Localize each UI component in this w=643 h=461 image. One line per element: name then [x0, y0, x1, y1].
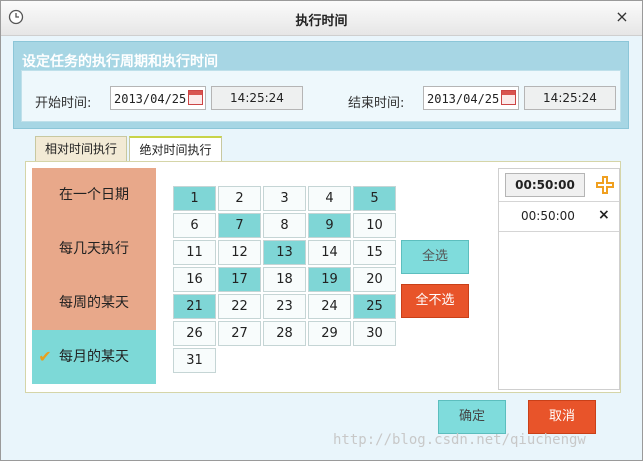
calendar-icon[interactable]	[188, 90, 203, 105]
tab-absolute-time[interactable]: 绝对时间执行	[129, 136, 222, 162]
day-cell[interactable]: 7	[218, 213, 261, 238]
end-time-input[interactable]: 14:25:24	[524, 86, 616, 110]
window-title: 执行时间	[295, 14, 348, 29]
section-title: 设定任务的执行周期和执行时间	[22, 54, 218, 70]
day-cell[interactable]: 3	[263, 186, 306, 211]
day-cell[interactable]: 25	[353, 294, 396, 319]
day-cell[interactable]: 27	[218, 321, 261, 346]
title-bar: 执行时间 ×	[1, 1, 642, 36]
end-date-value: 2013/04/25	[427, 92, 500, 106]
day-cell[interactable]: 15	[353, 240, 396, 265]
day-cell[interactable]: 23	[263, 294, 306, 319]
check-icon: ✔	[38, 347, 52, 366]
day-cell[interactable]: 29	[308, 321, 351, 346]
close-button[interactable]: ×	[612, 7, 632, 27]
day-cell[interactable]: 18	[263, 267, 306, 292]
day-cell[interactable]: 17	[218, 267, 261, 292]
dialog-window: 执行时间 × 设定任务的执行周期和执行时间 开始时间: 2013/04/25 1…	[0, 0, 643, 461]
day-cell[interactable]: 21	[173, 294, 216, 319]
day-cell[interactable]: 8	[263, 213, 306, 238]
day-cell[interactable]: 11	[173, 240, 216, 265]
day-cell[interactable]: 22	[218, 294, 261, 319]
plus-icon[interactable]	[595, 175, 615, 195]
day-cell[interactable]: 12	[218, 240, 261, 265]
time-list: 00:50:00 00:50:00 ×	[498, 168, 620, 390]
time-list-header: 00:50:00	[499, 169, 619, 202]
calendar-icon[interactable]	[501, 90, 516, 105]
day-cell[interactable]: 13	[263, 240, 306, 265]
ok-button[interactable]: 确定	[438, 400, 506, 434]
day-cell[interactable]: 31	[173, 348, 216, 373]
day-cell[interactable]: 5	[353, 186, 396, 211]
cancel-button[interactable]: 取消	[528, 400, 596, 434]
start-date-value: 2013/04/25	[114, 92, 187, 106]
day-cell[interactable]: 6	[173, 213, 216, 238]
select-all-button[interactable]: 全选	[401, 240, 469, 274]
day-cell[interactable]: 2	[218, 186, 261, 211]
select-none-button[interactable]: 全不选	[401, 284, 469, 318]
day-cell[interactable]: 20	[353, 267, 396, 292]
time-list-item-time: 00:50:00	[521, 209, 575, 223]
day-cell[interactable]: 4	[308, 186, 351, 211]
day-cell[interactable]: 14	[308, 240, 351, 265]
day-cell[interactable]: 16	[173, 267, 216, 292]
option-every-n-days[interactable]: 每几天执行	[32, 222, 156, 276]
start-date-input[interactable]: 2013/04/25	[110, 86, 206, 110]
day-cell[interactable]: 19	[308, 267, 351, 292]
option-day-of-month[interactable]: ✔ 每月的某天	[32, 330, 156, 384]
watermark: http://blog.csdn.net/qiuchengw	[333, 432, 586, 448]
option-on-date[interactable]: 在一个日期	[32, 168, 156, 222]
day-cell[interactable]: 28	[263, 321, 306, 346]
option-label: 每月的某天	[59, 349, 129, 365]
time-input[interactable]: 00:50:00	[505, 173, 585, 197]
period-settings-section: 设定任务的执行周期和执行时间	[13, 41, 629, 129]
delete-icon[interactable]: ×	[598, 207, 610, 223]
day-cell[interactable]: 10	[353, 213, 396, 238]
absolute-time-panel: 在一个日期 每几天执行 每周的某天 ✔ 每月的某天 1 2 3 4 5 6 7 8 9 10 11 1…	[25, 161, 621, 393]
end-date-input[interactable]: 2013/04/25	[423, 86, 519, 110]
tab-relative-time[interactable]: 相对时间执行	[35, 136, 127, 162]
option-weekday[interactable]: 每周的某天	[32, 276, 156, 330]
start-time-input[interactable]: 14:25:24	[211, 86, 303, 110]
day-cell[interactable]: 9	[308, 213, 351, 238]
day-cell[interactable]: 30	[353, 321, 396, 346]
day-cell[interactable]: 26	[173, 321, 216, 346]
day-cell[interactable]: 1	[173, 186, 216, 211]
start-time-label: 开始时间:	[35, 96, 92, 111]
time-list-item[interactable]: 00:50:00 ×	[499, 201, 619, 232]
day-cell[interactable]: 24	[308, 294, 351, 319]
end-time-label: 结束时间:	[348, 96, 405, 111]
